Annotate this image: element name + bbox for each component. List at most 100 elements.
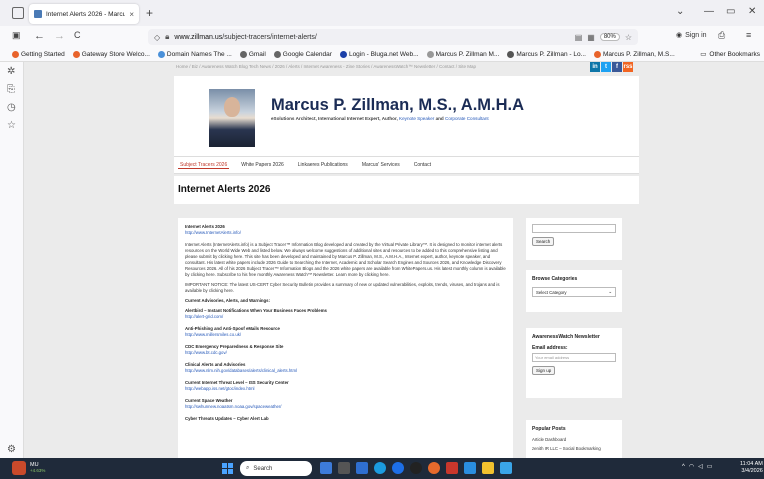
advisory-link[interactable]: http://alert-grid.com/: [185, 314, 506, 320]
search-button[interactable]: Search: [532, 237, 555, 246]
app-icon[interactable]: [446, 462, 458, 474]
sidebar-settings-icon[interactable]: ⚙: [7, 444, 16, 455]
taskbar-search[interactable]: ⌕ Search: [240, 461, 312, 476]
sign-in-button[interactable]: ◉ Sign in: [676, 31, 707, 40]
tray-chevron-icon[interactable]: ^: [682, 464, 685, 470]
main-content: Internet Alerts 2026 http://www.Internet…: [178, 218, 513, 458]
intro-text: Internet Alerts (InternetAlerts.info) is…: [185, 242, 506, 277]
bookmark-item[interactable]: Google Calendar: [273, 51, 332, 58]
extensions-icon[interactable]: ⎙: [718, 30, 725, 41]
other-bookmarks-folder[interactable]: ▭ Other Bookmarks: [700, 50, 760, 59]
menu-item[interactable]: Linkaeres Publications: [296, 162, 350, 168]
popular-post-link[interactable]: Article Dashboard: [532, 437, 616, 442]
advisory-title: Cyber Threats Updates – Cyber Alert Lab: [185, 416, 269, 421]
back-button[interactable]: ←: [34, 30, 45, 42]
forward-button[interactable]: →: [54, 30, 65, 42]
newsletter-widget: AwarenessWatch Newsletter Email address:…: [526, 328, 622, 398]
email-field[interactable]: Your email address: [532, 353, 616, 362]
volume-icon[interactable]: ◁: [698, 463, 703, 470]
bookmark-star-icon[interactable]: ☆: [625, 33, 632, 42]
search-widget: Search: [526, 218, 622, 260]
chrome-app-icon[interactable]: [392, 462, 404, 474]
battery-icon[interactable]: ▭: [707, 463, 713, 470]
breadcrumb[interactable]: Home / Biz / Awareness Watch Blog Tech N…: [174, 62, 639, 76]
minimize-button[interactable]: —: [704, 6, 714, 17]
bookmark-favicon-icon: [426, 51, 434, 58]
advisory-link[interactable]: http://webapp.iss.net/gtoc/index.html: [185, 386, 506, 392]
bookmark-item[interactable]: Marcus P. Zillman M...: [426, 51, 499, 58]
windows-taskbar: MU +4.63% ⌕ Search ^ ◠ ◁ ▭ 11:04 AM 3/4/…: [0, 458, 764, 479]
sign-up-button[interactable]: Sign up: [532, 366, 556, 375]
tab-close-icon[interactable]: ×: [129, 10, 134, 19]
history-icon[interactable]: ◷: [7, 102, 16, 113]
popular-posts-title: Popular Posts: [532, 426, 566, 432]
reader-view-icon[interactable]: ▤: [575, 33, 583, 42]
media-app-icon[interactable]: [410, 462, 422, 474]
start-button[interactable]: [222, 463, 233, 474]
outlook-app-icon[interactable]: [356, 462, 368, 474]
taskbar-clock[interactable]: 11:04 AM 3/4/2026: [740, 461, 763, 475]
advisory-link[interactable]: http://www.millersmiles.co.uk/: [185, 332, 506, 338]
social-t-icon[interactable]: t: [601, 62, 611, 72]
advisory-link[interactable]: http://www.bt.cdc.gov/: [185, 350, 506, 356]
main-menu: Subject Tracers 2026 White Papers 2026 Lin…: [174, 156, 639, 174]
firefox-app-icon[interactable]: [428, 462, 440, 474]
popular-post-link[interactable]: zenith IR LLC – Social Bookmarking: [532, 446, 616, 451]
bookmark-item[interactable]: Marcus P. Zillman, M.S...: [594, 51, 675, 58]
ai-chatbot-icon[interactable]: ✲: [7, 66, 15, 77]
social-in-icon[interactable]: in: [590, 62, 600, 72]
photos-app-icon[interactable]: [500, 462, 512, 474]
site-title[interactable]: Marcus P. Zillman, M.S., A.M.H.A: [271, 96, 524, 115]
bookmark-item[interactable]: Gateway Store Welco...: [72, 51, 150, 58]
intro-link[interactable]: http://www.InternetAlerts.info/: [185, 230, 506, 236]
menu-item[interactable]: Contact: [412, 162, 433, 168]
title-bar: Internet Alerts 2026: [174, 176, 639, 204]
wifi-icon[interactable]: ◠: [689, 463, 694, 470]
zoom-level-badge[interactable]: 80%: [599, 33, 620, 41]
menu-item[interactable]: Subject Tracers 2026: [178, 162, 230, 169]
advisory-item: CDC Emergency Preparedness & Response Si…: [185, 344, 506, 356]
file-explorer-icon[interactable]: [482, 462, 494, 474]
tab-overview-icon[interactable]: [12, 7, 24, 19]
bookmark-item[interactable]: Getting Started: [12, 51, 65, 58]
newsletter-title: AwarenessWatch Newsletter: [532, 334, 600, 340]
page-actions-icon[interactable]: ▦: [587, 33, 595, 42]
tab-list-chevron-icon[interactable]: ⌄: [676, 6, 684, 17]
advisory-link[interactable]: http://www.nlm.nih.gov/databases/alerts/…: [185, 368, 506, 374]
bookmark-item[interactable]: Login - Bluga.net Web...: [339, 51, 419, 58]
bookmark-favicon-icon: [594, 51, 601, 58]
bookmark-favicon-icon: [72, 51, 80, 58]
social-rss-icon[interactable]: rss: [623, 62, 633, 72]
lock-icon[interactable]: 🔒︎: [165, 32, 169, 42]
advisory-item: Cyber Threats Updates – Cyber Alert Lab: [185, 416, 506, 422]
task-view-icon[interactable]: [338, 462, 350, 474]
advisory-link[interactable]: http://swhunnew.noaatsm.noaa.gov/spacewe…: [185, 404, 506, 410]
edge-app-icon[interactable]: [374, 462, 386, 474]
widgets-app-icon[interactable]: [320, 462, 332, 474]
bookmark-item[interactable]: Gmail: [239, 51, 266, 58]
menu-item[interactable]: Marcus' Services: [360, 162, 402, 168]
url-bar[interactable]: ◇ 🔒︎ www.zillman.us/subject-tracers/inte…: [148, 29, 638, 45]
sidebar-toggle-icon[interactable]: ▣: [12, 30, 21, 41]
social-f-icon[interactable]: f: [612, 62, 622, 72]
bookmark-item[interactable]: Marcus P. Zillman - Lo...: [507, 51, 586, 58]
menu-item[interactable]: White Papers 2026: [239, 162, 286, 168]
bookmarks-icon[interactable]: ☆: [7, 120, 16, 131]
bookmark-item[interactable]: Domain Names The ...: [157, 51, 232, 58]
synced-tabs-icon[interactable]: ⎘: [7, 84, 15, 95]
search-input[interactable]: [532, 224, 616, 233]
close-window-button[interactable]: ✕: [748, 6, 756, 17]
category-select[interactable]: Select Category ⌄: [532, 287, 616, 297]
chevron-down-icon: ⌄: [608, 289, 612, 294]
active-tab[interactable]: Internet Alerts 2026 - Marcus P. Zil ×: [29, 4, 139, 24]
store-app-icon[interactable]: [464, 462, 476, 474]
bookmark-favicon-icon: [239, 51, 247, 58]
system-tray[interactable]: ^ ◠ ◁ ▭: [682, 463, 713, 471]
shield-icon[interactable]: ◇: [154, 33, 160, 42]
restore-button[interactable]: ▭: [726, 6, 735, 17]
app-menu-icon[interactable]: ≡: [746, 30, 751, 40]
reload-button[interactable]: C: [74, 30, 81, 40]
market-widget[interactable]: MU +4.63%: [12, 461, 45, 475]
url-text[interactable]: www.zillman.us/subject-tracers/internet-…: [174, 34, 569, 41]
new-tab-button[interactable]: +: [146, 6, 153, 20]
